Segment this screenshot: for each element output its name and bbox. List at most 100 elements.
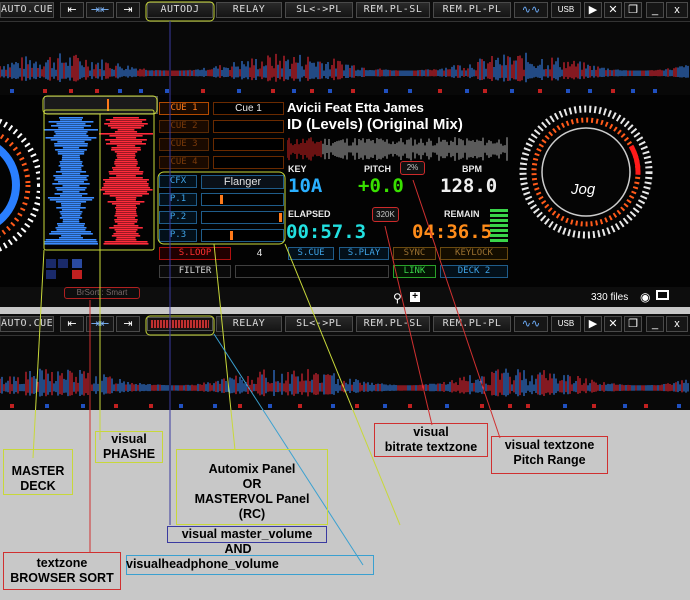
deck-selector[interactable] — [46, 259, 154, 281]
deck-button[interactable]: DECK 2 — [440, 265, 508, 278]
p2-slider[interactable] — [201, 211, 284, 224]
cue1-name[interactable]: Cue 1 — [213, 102, 284, 115]
remain-value: 04:36.5 — [412, 221, 493, 243]
browser-sort-note: textzone BROWSER SORT — [10, 556, 114, 585]
master-deck-left — [44, 117, 98, 245]
master-deck-note: MASTER DECK — [11, 464, 65, 493]
browser-sort-textzone: BrSort : Smart — [64, 287, 140, 299]
master-volume-note: visual master_volume — [181, 527, 313, 541]
minimize-icon-2[interactable]: _ — [646, 316, 664, 332]
p1-slider[interactable] — [201, 193, 284, 206]
window-icon-2[interactable]: ❐ — [624, 316, 642, 332]
rempl-sl-button-2[interactable]: REM.PL-SL — [356, 316, 430, 332]
tools-icon[interactable]: ✕ — [604, 2, 622, 18]
usb-icon-2[interactable]: USB — [551, 316, 581, 332]
pitch-range-note: visual textzone Pitch Range — [504, 438, 595, 467]
usb-icon[interactable]: USB — [551, 2, 581, 18]
add-icon[interactable]: + — [410, 292, 420, 302]
elapsed-value: 00:57.3 — [286, 221, 367, 243]
search-icon[interactable]: ⚲ — [393, 291, 402, 305]
rempl-sl-button[interactable]: REM.PL-SL — [356, 2, 430, 18]
bpm-label: BPM — [462, 164, 482, 174]
key-label: KEY — [288, 164, 307, 174]
bitrate-textzone: 320K — [372, 207, 399, 222]
phase-meter — [44, 96, 158, 114]
scue-button[interactable]: S.CUE — [288, 247, 334, 260]
p3-slider[interactable] — [201, 229, 284, 242]
filter-button[interactable]: FILTER — [159, 265, 231, 278]
slpl-button[interactable]: SL<->PL — [285, 2, 353, 18]
deck-panel: CUE 1 Cue 1 CUE 2 CUE 3 CUE 4 CFX Flange… — [0, 95, 690, 307]
cue2-name[interactable] — [213, 120, 284, 133]
elapsed-label: ELAPSED — [288, 209, 331, 219]
visual-phashe-note: visual PHASHE — [102, 432, 156, 461]
waveform-icon-2[interactable]: ∿∿ — [514, 316, 548, 332]
sync-icon[interactable]: ⇥⇤ — [86, 2, 114, 18]
pitch-label: PITCH — [364, 164, 391, 174]
skip-forward-icon-2[interactable]: ⇥ — [116, 316, 140, 332]
eye-icon[interactable]: ◉ — [640, 290, 650, 304]
cue3-name[interactable] — [213, 138, 284, 151]
bpm-value: 128.0 — [440, 175, 498, 197]
keylock-button[interactable]: KEYLOCK — [440, 247, 508, 260]
cue2-button[interactable]: CUE 2 — [159, 120, 209, 133]
bottom-waveform — [0, 336, 690, 410]
p3-button[interactable]: P.3 — [159, 229, 197, 242]
key-value: 10A — [288, 175, 323, 197]
rempl-pl-button-2[interactable]: REM.PL-PL — [433, 316, 511, 332]
close-icon[interactable]: x — [666, 2, 688, 18]
master-deck-right — [99, 117, 153, 245]
cue3-button[interactable]: CUE 3 — [159, 138, 209, 151]
top-toolbar: AUTO.CUE ⇤ ⇥⇤ ⇥ AUTODJ RELAY SL<->PL REM… — [0, 0, 690, 22]
level-meter — [490, 209, 508, 243]
autocue-button[interactable]: AUTO.CUE — [0, 2, 54, 18]
relay-button-2[interactable]: RELAY — [216, 316, 282, 332]
autocue-button-2[interactable]: AUTO.CUE — [0, 316, 54, 332]
tools-icon-2[interactable]: ✕ — [604, 316, 622, 332]
pitch-value: +0.0 — [358, 175, 404, 197]
pitch-range[interactable]: 2% — [400, 161, 425, 175]
cue4-name[interactable] — [213, 156, 284, 169]
bottom-toolbar: AUTO.CUE ⇤ ⇥⇤ ⇥ RELAY SL<->PL REM.PL-SL … — [0, 314, 690, 336]
remain-label: REMAIN — [444, 209, 480, 219]
track-overview-waveform[interactable] — [287, 136, 509, 162]
close-icon-2[interactable]: x — [666, 316, 688, 332]
skip-forward-icon[interactable]: ⇥ — [116, 2, 140, 18]
autodj-button[interactable]: AUTODJ — [147, 2, 213, 18]
browser-bar: BrSort : Smart ⚲ + 330 files ◉ — [0, 287, 690, 307]
monitor-icon[interactable] — [656, 290, 669, 300]
sync-button[interactable]: SYNC — [393, 247, 436, 260]
track-artist: Avicii Feat Etta James — [287, 100, 424, 115]
loop-value: 4 — [256, 248, 263, 259]
slpl-button-2[interactable]: SL<->PL — [285, 316, 353, 332]
skip-back-icon[interactable]: ⇤ — [60, 2, 84, 18]
cfx-button[interactable]: CFX — [159, 175, 197, 188]
effect-name[interactable]: Flanger — [201, 175, 284, 189]
splay-button[interactable]: S.PLAY — [339, 247, 389, 260]
rempl-pl-button[interactable]: REM.PL-PL — [433, 2, 511, 18]
play-icon-2[interactable]: ▶ — [584, 316, 602, 332]
relay-button[interactable]: RELAY — [216, 2, 282, 18]
jog-label: Jog — [571, 181, 596, 198]
cue4-button[interactable]: CUE 4 — [159, 156, 209, 169]
minimize-icon[interactable]: _ — [646, 2, 664, 18]
play-icon[interactable]: ▶ — [584, 2, 602, 18]
filter-slider[interactable] — [235, 265, 389, 278]
cue1-button[interactable]: CUE 1 — [159, 102, 209, 115]
p2-button[interactable]: P.2 — [159, 211, 197, 224]
jog-wheel[interactable] — [519, 105, 653, 239]
file-count: 330 files — [591, 292, 629, 303]
sloop-button[interactable]: S.LOOP — [159, 247, 231, 260]
bitrate-note: visual bitrate textzone — [384, 425, 478, 454]
window-icon[interactable]: ❐ — [624, 2, 642, 18]
headphone-volume-note: visualheadphone_volume — [126, 557, 279, 571]
waveform-icon[interactable]: ∿∿ — [514, 2, 548, 18]
top-waveform — [0, 22, 690, 95]
sync-icon-2[interactable]: ⇥⇤ — [86, 316, 114, 332]
skip-back-icon-2[interactable]: ⇤ — [60, 316, 84, 332]
automix-panel-note: Automix Panel OR MASTERVOL Panel (RC) — [194, 462, 310, 521]
master-volume-meter[interactable] — [147, 317, 213, 331]
left-platter[interactable] — [0, 110, 40, 260]
link-button[interactable]: LINK — [393, 265, 436, 278]
p1-button[interactable]: P.1 — [159, 193, 197, 206]
